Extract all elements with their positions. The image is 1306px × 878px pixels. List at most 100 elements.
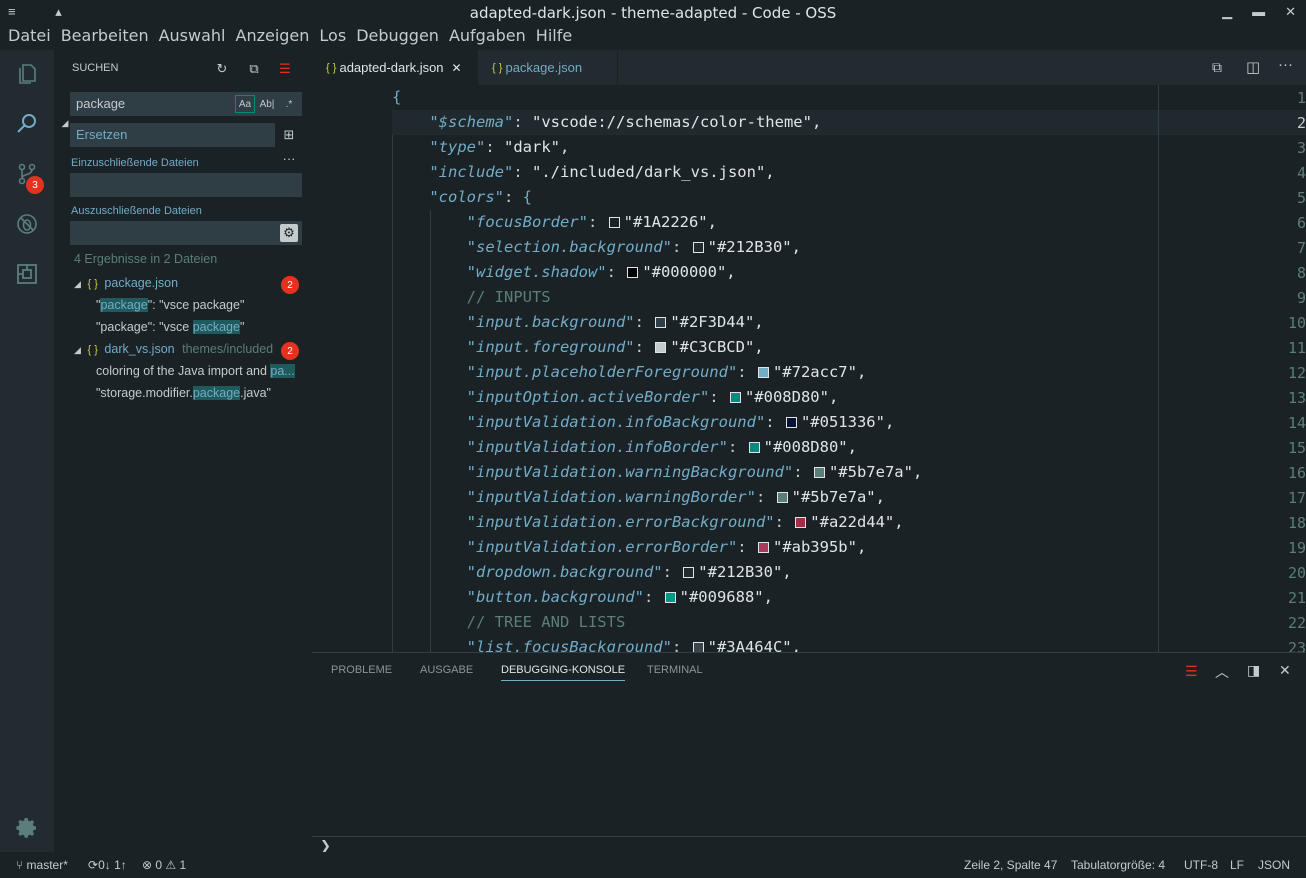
json-file-icon: { }	[84, 344, 101, 356]
file-result-package-json[interactable]: ◢ { } package.json	[74, 276, 178, 290]
open-changes-icon[interactable]: ⧉	[1212, 59, 1222, 76]
search-sidebar: SUCHEN ↻ ⧉ ☰ ◢ package Aa Ab| .* Ersetze…	[54, 50, 312, 852]
search-button[interactable]	[0, 100, 54, 148]
code-line: "inputValidation.warningBorder": "#5b7e7…	[466, 488, 885, 506]
editor-ruler	[1158, 85, 1159, 652]
line-number: 15	[1287, 439, 1306, 457]
results-summary: 4 Ergebnisse in 2 Dateien	[74, 252, 218, 266]
branch-icon: ⑂	[16, 858, 27, 872]
regex-toggle[interactable]: .*	[280, 96, 298, 112]
extensions-button[interactable]	[0, 250, 54, 298]
color-swatch[interactable]	[692, 242, 704, 253]
language-mode[interactable]: JSON	[1258, 858, 1290, 872]
match-case-toggle[interactable]: Aa	[235, 95, 255, 113]
color-swatch[interactable]	[627, 267, 639, 278]
include-input[interactable]	[70, 173, 302, 197]
window-controls[interactable]: ▁ ▬ ✕	[1222, 4, 1296, 20]
split-editor-icon[interactable]: ◫	[1246, 58, 1260, 76]
more-actions-icon[interactable]: ···	[1278, 56, 1293, 73]
close-icon[interactable]: ✕	[452, 61, 462, 75]
color-swatch[interactable]	[785, 417, 797, 428]
json-file-icon: { }	[84, 278, 101, 290]
cursor-position[interactable]: Zeile 2, Spalte 47	[964, 858, 1057, 872]
debug-button[interactable]	[0, 200, 54, 248]
color-swatch[interactable]	[813, 467, 825, 478]
color-swatch[interactable]	[655, 317, 667, 328]
close-icon[interactable]: ✕	[1279, 662, 1291, 679]
match-line[interactable]: coloring of the Java import and pa...	[96, 364, 295, 378]
tab-debugging-konsole[interactable]: DEBUGGING-KONSOLE	[501, 664, 626, 681]
use-exclude-settings-icon[interactable]: ⚙	[280, 224, 298, 242]
menu-bearbeiten[interactable]: Bearbeiten	[61, 26, 149, 48]
menu-hilfe[interactable]: Hilfe	[536, 26, 572, 48]
toggle-panel-position-icon[interactable]: ◨	[1247, 662, 1260, 679]
minimize-icon[interactable]: ▁	[1222, 4, 1232, 20]
code-line: {	[392, 88, 402, 106]
code-line: // TREE AND LISTS	[466, 613, 626, 631]
replace-all-icon[interactable]: ⊞	[280, 126, 298, 144]
color-swatch[interactable]	[748, 442, 760, 453]
line-number: 1	[1296, 89, 1306, 107]
color-swatch[interactable]	[776, 492, 788, 503]
menu-auswahl[interactable]: Auswahl	[159, 26, 226, 48]
line-ending[interactable]: LF	[1230, 858, 1244, 872]
tab-probleme[interactable]: PROBLEME	[331, 664, 392, 676]
menu-debuggen[interactable]: Debuggen	[356, 26, 439, 48]
source-control-button[interactable]: 3	[0, 150, 54, 198]
match-line[interactable]: "package": "vsce package"	[96, 298, 244, 312]
tab-ausgabe[interactable]: AUSGABE	[420, 664, 473, 676]
color-swatch[interactable]	[757, 367, 769, 378]
match-line[interactable]: "package": "vsce package"	[96, 320, 244, 334]
refresh-icon[interactable]: ↻	[213, 60, 231, 78]
more-options-icon[interactable]: ···	[280, 149, 298, 167]
code-line: "inputValidation.errorBorder": "#ab395b"…	[466, 538, 867, 556]
close-icon[interactable]: ✕	[1285, 4, 1296, 20]
clear-console-icon[interactable]: ☰	[1185, 663, 1198, 680]
chevron-down-icon: ◢	[74, 279, 81, 289]
tab-package-json[interactable]: { } package.json	[478, 50, 618, 85]
menu-aufgaben[interactable]: Aufgaben	[449, 26, 526, 48]
code-line: "input.background": "#2F3D44",	[466, 313, 764, 331]
window-title: adapted-dark.json - theme-adapted - Code…	[469, 4, 837, 22]
whole-word-toggle[interactable]: Ab|	[258, 96, 276, 112]
line-number: 10	[1287, 314, 1306, 332]
menu-datei[interactable]: Datei	[8, 26, 51, 48]
search-icon	[17, 114, 36, 133]
branch-indicator[interactable]: ⑂ master*	[16, 858, 68, 872]
editor-area: { } adapted-dark.json ✕ { } package.json…	[312, 50, 1306, 657]
color-swatch[interactable]	[683, 567, 695, 578]
menu-los[interactable]: Los	[319, 26, 346, 48]
sync-indicator[interactable]: ⟳0↓ 1↑	[88, 858, 127, 872]
color-swatch[interactable]	[757, 542, 769, 553]
code-line: "type": "dark",	[429, 138, 570, 156]
color-swatch[interactable]	[795, 517, 807, 528]
encoding[interactable]: UTF-8	[1184, 858, 1218, 872]
match-line[interactable]: "storage.modifier.package.java"	[96, 386, 271, 400]
menu-anzeigen[interactable]: Anzeigen	[236, 26, 310, 48]
file-result-dark-vs-json[interactable]: ◢ { } dark_vs.json themes/included	[74, 342, 273, 356]
file-name: package.json	[104, 276, 179, 290]
tab-terminal[interactable]: TERMINAL	[647, 664, 703, 676]
code-line: "colors": {	[429, 188, 532, 206]
chevron-down-icon: ◢	[74, 345, 81, 355]
settings-button[interactable]	[0, 804, 54, 852]
tab-size[interactable]: Tabulatorgröße: 4	[1071, 858, 1165, 872]
status-bar: ⑂ master* ⟳0↓ 1↑ ⊗ 0 ⚠ 1 Zeile 2, Spalte…	[0, 852, 1306, 878]
clear-results-icon[interactable]: ☰	[276, 60, 294, 78]
collapse-all-icon[interactable]: ⧉	[245, 60, 263, 78]
menu-bar: Datei Bearbeiten Auswahl Anzeigen Los De…	[0, 26, 1306, 48]
color-swatch[interactable]	[608, 217, 620, 228]
code-line: "button.background": "#009688",	[466, 588, 773, 606]
match-count-badge: 2	[281, 276, 299, 294]
replace-input[interactable]: Ersetzen	[70, 123, 275, 147]
explorer-button[interactable]	[0, 50, 54, 98]
chevron-up-icon[interactable]: ︿	[1215, 662, 1229, 682]
color-swatch[interactable]	[729, 392, 741, 403]
tab-adapted-dark-json[interactable]: { } adapted-dark.json ✕	[312, 50, 478, 85]
color-swatch[interactable]	[664, 592, 676, 603]
line-number: 18	[1287, 514, 1306, 532]
exclude-input[interactable]	[70, 221, 302, 245]
color-swatch[interactable]	[655, 342, 667, 353]
problems-indicator[interactable]: ⊗ 0 ⚠ 1	[142, 858, 186, 872]
maximize-icon[interactable]: ▬	[1252, 4, 1265, 20]
